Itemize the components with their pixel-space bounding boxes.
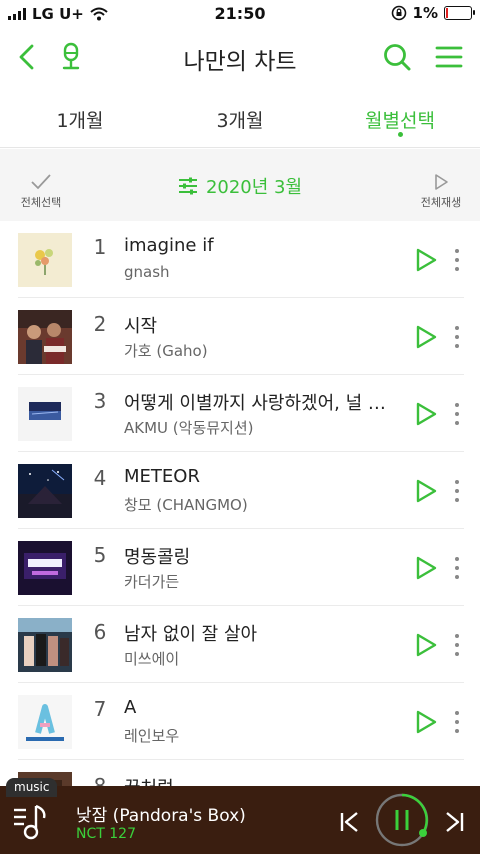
mini-player[interactable]: music 낮잠 (Pandora's Box) NCT 127 bbox=[0, 778, 480, 854]
play-icon[interactable] bbox=[414, 247, 438, 273]
play-icon[interactable] bbox=[414, 632, 438, 658]
rank-number: 7 bbox=[93, 697, 107, 721]
period-selector[interactable]: 2020년 3월 bbox=[0, 173, 480, 199]
player-song-title: 낮잠 (Pandora's Box) bbox=[76, 806, 246, 826]
rank-number: 2 bbox=[93, 312, 107, 336]
tab-3-months[interactable]: 3개월 bbox=[160, 94, 320, 147]
list-item[interactable]: 6 남자 없이 잘 살아 미쓰에이 bbox=[18, 606, 464, 683]
tab-monthly-select[interactable]: 월별선택 bbox=[320, 94, 480, 147]
song-artist: 레인보우 bbox=[124, 727, 180, 745]
previous-track-icon[interactable] bbox=[338, 810, 362, 834]
list-item[interactable]: 7 A 레인보우 bbox=[18, 683, 464, 760]
album-art bbox=[18, 695, 72, 749]
album-art bbox=[18, 233, 72, 287]
song-title: 어떻게 이별까지 사랑하겠어, 널 사랑하는 거지 bbox=[124, 393, 394, 414]
song-artist: 창모 (CHANGMO) bbox=[124, 496, 248, 514]
play-all-button[interactable]: 전체재생 bbox=[416, 173, 466, 210]
tab-label: 월별선택 bbox=[365, 110, 435, 132]
search-icon[interactable] bbox=[380, 40, 414, 74]
rotation-lock-icon bbox=[391, 5, 406, 21]
song-title: imagine if bbox=[124, 235, 214, 256]
battery-icon bbox=[444, 6, 475, 20]
rank-number: 1 bbox=[93, 235, 107, 259]
more-options-icon[interactable] bbox=[452, 711, 462, 733]
period-label: 2020년 3월 bbox=[205, 177, 303, 198]
pause-icon[interactable] bbox=[374, 792, 430, 848]
menu-icon[interactable] bbox=[432, 40, 466, 74]
song-artist: AKMU (악동뮤지션) bbox=[124, 419, 254, 437]
list-item[interactable]: 1 imagine if gnash bbox=[18, 221, 464, 298]
playlist-icon[interactable] bbox=[12, 802, 52, 842]
filter-sliders-icon bbox=[178, 177, 197, 195]
battery-percent: 1% bbox=[412, 4, 438, 22]
song-title: 남자 없이 잘 살아 bbox=[124, 624, 258, 645]
play-icon[interactable] bbox=[414, 709, 438, 735]
song-title: 명동콜링 bbox=[124, 547, 191, 568]
more-options-icon[interactable] bbox=[452, 557, 462, 579]
more-options-icon[interactable] bbox=[452, 403, 462, 425]
chart-list: 1 imagine if gnash 2 시작 가호 (Gaho) 3 어떻게 … bbox=[0, 221, 480, 837]
more-options-icon[interactable] bbox=[452, 249, 462, 271]
more-options-icon[interactable] bbox=[452, 326, 462, 348]
album-art bbox=[18, 387, 72, 441]
album-art bbox=[18, 618, 72, 672]
song-artist: 미쓰에이 bbox=[124, 650, 180, 668]
rank-number: 4 bbox=[93, 466, 107, 490]
next-track-icon[interactable] bbox=[442, 810, 466, 834]
play-all-label: 전체재생 bbox=[420, 196, 462, 209]
chart-toolbar: 전체선택 2020년 3월 전체재생 bbox=[0, 149, 480, 221]
list-item[interactable]: 2 시작 가호 (Gaho) bbox=[18, 298, 464, 375]
album-art bbox=[18, 310, 72, 364]
more-options-icon[interactable] bbox=[452, 480, 462, 502]
more-options-icon[interactable] bbox=[452, 634, 462, 656]
app-header: 나만의 차트 bbox=[0, 28, 480, 88]
status-right: 1% bbox=[391, 4, 475, 22]
list-item[interactable]: 4 METEOR 창모 (CHANGMO) bbox=[18, 452, 464, 529]
play-outline-icon bbox=[435, 174, 448, 190]
rank-number: 5 bbox=[93, 543, 107, 567]
period-tabs: 1개월 3개월 월별선택 bbox=[0, 94, 480, 148]
song-title: A bbox=[124, 697, 137, 718]
song-artist: 카더가든 bbox=[124, 573, 180, 591]
status-bar: LG U+ 21:50 1% bbox=[0, 0, 480, 28]
list-item[interactable]: 5 명동콜링 카더가든 bbox=[18, 529, 464, 606]
rank-number: 3 bbox=[93, 389, 107, 413]
play-icon[interactable] bbox=[414, 401, 438, 427]
music-tag: music bbox=[6, 778, 58, 797]
play-icon[interactable] bbox=[414, 555, 438, 581]
tab-1-month[interactable]: 1개월 bbox=[0, 94, 160, 147]
song-artist: 가호 (Gaho) bbox=[124, 342, 208, 360]
album-art bbox=[18, 541, 72, 595]
rank-number: 6 bbox=[93, 620, 107, 644]
play-icon[interactable] bbox=[414, 478, 438, 504]
song-artist: gnash bbox=[124, 263, 170, 281]
tab-label: 1개월 bbox=[56, 110, 104, 132]
song-title: METEOR bbox=[124, 466, 200, 487]
tab-label: 3개월 bbox=[216, 110, 264, 132]
list-item[interactable]: 3 어떻게 이별까지 사랑하겠어, 널 사랑하는 거지 AKMU (악동뮤지션) bbox=[18, 375, 464, 452]
active-tab-dot bbox=[398, 132, 403, 137]
player-artist: NCT 127 bbox=[76, 826, 136, 842]
album-art bbox=[18, 464, 72, 518]
play-icon[interactable] bbox=[414, 324, 438, 350]
song-title: 시작 bbox=[124, 316, 158, 337]
